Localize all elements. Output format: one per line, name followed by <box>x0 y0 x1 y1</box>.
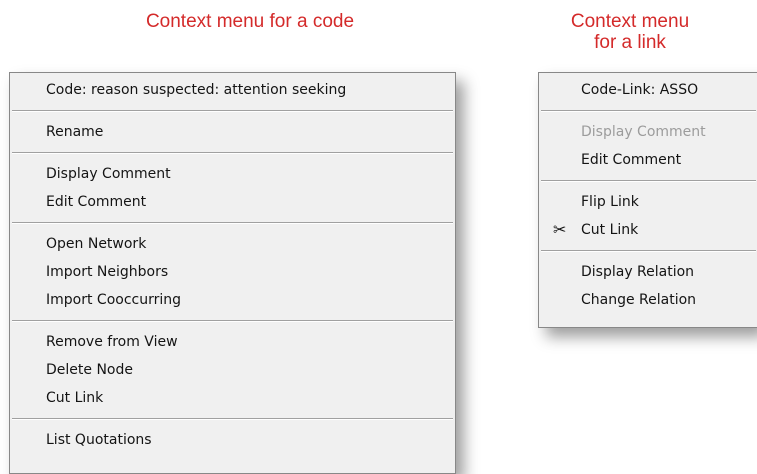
menu-item-open-network[interactable]: Open Network <box>10 230 455 258</box>
menu-item-rename[interactable]: Rename <box>10 118 455 146</box>
menu-item-remove-from-view[interactable]: Remove from View <box>10 328 455 356</box>
menu-item-delete-node[interactable]: Delete Node <box>10 356 455 384</box>
menu-item-display-comment[interactable]: Display Comment <box>10 160 455 188</box>
menu-item-cut-link[interactable]: Cut Link <box>10 384 455 412</box>
caption-link-menu-line1: Context menu <box>570 11 690 32</box>
menu-item-code-link-header[interactable]: Code-Link: ASSO <box>539 76 757 104</box>
caption-code-menu: Context menu for a code <box>145 11 355 32</box>
caption-link-menu-line2: for a link <box>594 32 666 53</box>
menu-item-change-relation[interactable]: Change Relation <box>539 286 757 314</box>
menu-item-flip-link[interactable]: Flip Link <box>539 188 757 216</box>
menu-separator <box>12 418 453 420</box>
menu-item-import-cooccurring[interactable]: Import Cooccurring <box>10 286 455 314</box>
menu-item-edit-comment[interactable]: Edit Comment <box>539 146 757 174</box>
menu-item-display-relation[interactable]: Display Relation <box>539 258 757 286</box>
menu-separator <box>12 110 453 112</box>
menu-item-code-header[interactable]: Code: reason suspected: attention seekin… <box>10 76 455 104</box>
scissors-icon: ✂ <box>553 220 567 239</box>
menu-item-cut-link-label: Cut Link <box>581 222 639 238</box>
menu-item-display-comment: Display Comment <box>581 124 706 140</box>
menu-item-edit-comment[interactable]: Edit Comment <box>10 188 455 216</box>
menu-separator <box>541 250 756 252</box>
menu-separator <box>541 180 756 182</box>
menu-separator <box>12 152 453 154</box>
menu-separator <box>12 320 453 322</box>
menu-item-list-quotations[interactable]: List Quotations <box>10 426 455 454</box>
caption-link-menu: Context menu for a link <box>520 11 740 53</box>
menu-item-cut-link[interactable]: ✂ Cut Link <box>539 216 757 244</box>
menu-item-import-neighbors[interactable]: Import Neighbors <box>10 258 455 286</box>
link-context-menu: Code-Link: ASSO Display Comment Edit Com… <box>538 72 757 328</box>
code-context-menu: Code: reason suspected: attention seekin… <box>9 72 456 474</box>
menu-separator <box>12 222 453 224</box>
menu-separator <box>541 110 756 112</box>
